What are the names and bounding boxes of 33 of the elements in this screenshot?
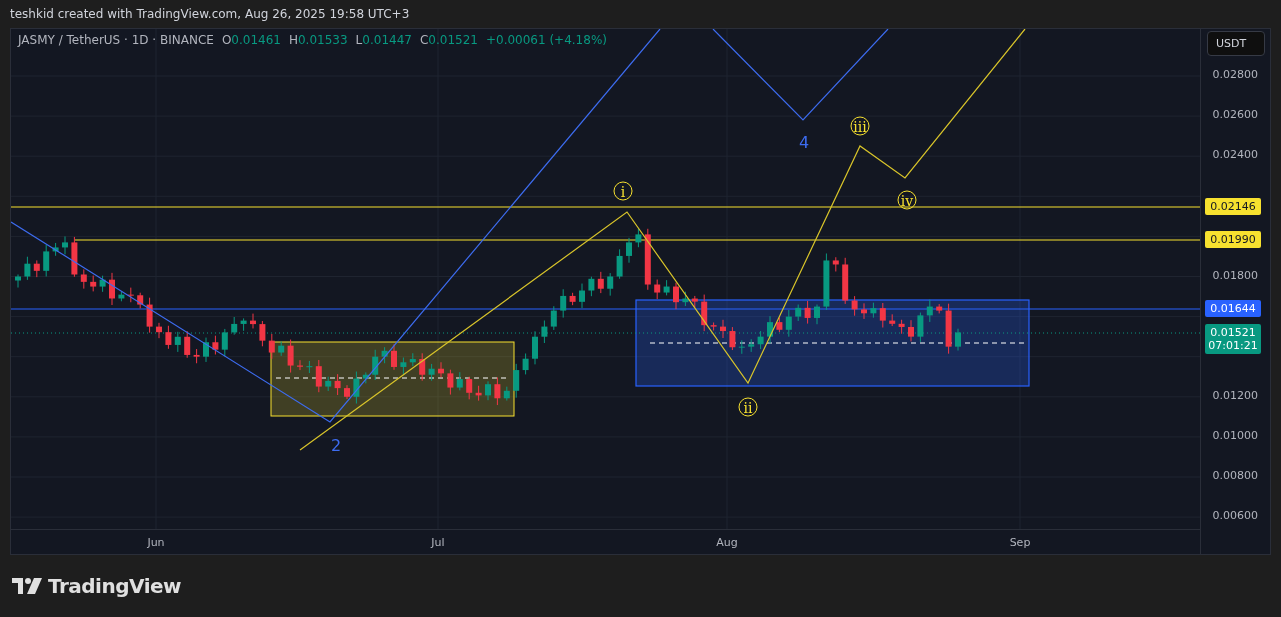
price-tick: 0.01200 xyxy=(1212,388,1258,402)
price-tick: 0.02400 xyxy=(1212,148,1258,162)
price-tick: 0.01000 xyxy=(1212,428,1258,442)
ohlc-value: H0.01533 xyxy=(288,33,348,47)
brand-name: TradingView xyxy=(48,574,182,598)
trend-line[interactable] xyxy=(11,29,661,423)
month-label: Sep xyxy=(1009,536,1031,549)
price-tick: 0.00800 xyxy=(1212,469,1258,482)
price-tag: 0.01644 xyxy=(1205,300,1261,317)
wave-label: 4 xyxy=(798,132,810,152)
price-tick: 0.00600 xyxy=(1212,509,1258,523)
price-tag: 0.02146 xyxy=(1205,198,1261,215)
ohlc-value: O0.01461 xyxy=(221,33,281,47)
month-label: Jun xyxy=(147,536,165,549)
ohlc-value: L0.01447 xyxy=(355,33,412,47)
wave-line[interactable] xyxy=(299,29,1026,451)
logo-icon xyxy=(12,578,42,594)
currency-button[interactable]: USDT xyxy=(1207,31,1265,56)
chart-caption: teshkid created with TradingView.com, Aug 26, 2025 19:58 UTC+3 xyxy=(10,7,410,21)
price-change: +0.00061 (+4.18%) xyxy=(485,33,607,47)
price-tick: 0.02800 xyxy=(1212,68,1258,81)
price-tag: 0.01990 xyxy=(1205,231,1261,248)
price-tag: 0.01521 07:01:21 xyxy=(1205,324,1261,354)
horizontal-line[interactable] xyxy=(11,308,1200,310)
symbol-title: JASMY / TetherUS · 1D · BINANCE xyxy=(18,33,214,47)
month-label: Aug xyxy=(716,536,738,549)
trend-line[interactable] xyxy=(712,29,889,121)
ohlc-value: C0.01521 xyxy=(419,33,478,47)
price-tick: 0.01800 xyxy=(1212,268,1258,282)
wave-label: 2 xyxy=(330,435,342,455)
month-label: Jul xyxy=(431,536,445,549)
price-tick: 0.02600 xyxy=(1212,108,1258,122)
range-box[interactable] xyxy=(635,299,1030,387)
